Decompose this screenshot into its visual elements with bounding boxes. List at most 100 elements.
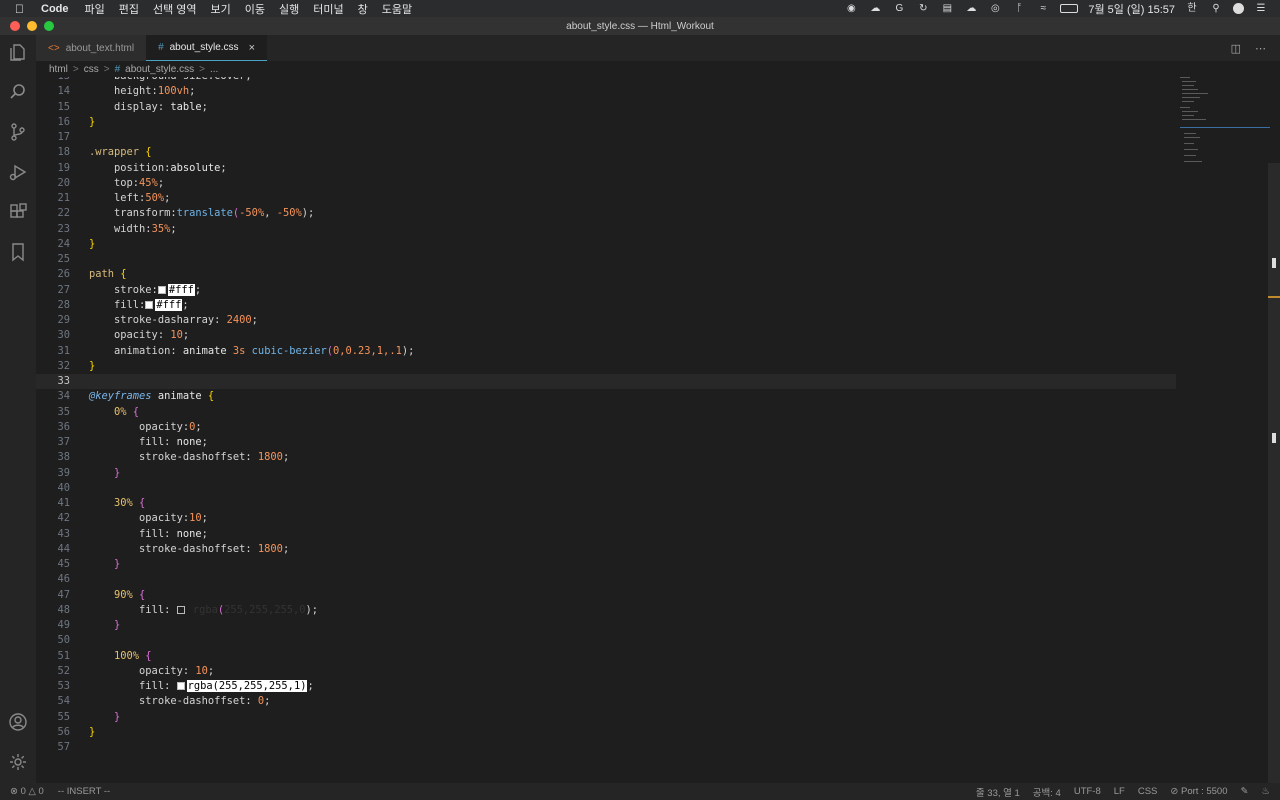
close-tab-icon[interactable]: × <box>249 42 255 54</box>
vertical-scrollbar[interactable] <box>1268 163 1280 783</box>
feedback-icon[interactable]: ✎ <box>1241 786 1249 797</box>
line-number: 36 <box>57 420 70 433</box>
minimize-window-button[interactable] <box>27 21 37 31</box>
control-center-icon[interactable]: ☰ <box>1254 3 1268 14</box>
siri-icon[interactable] <box>1233 3 1244 14</box>
encoding[interactable]: UTF-8 <box>1074 786 1101 797</box>
input-source[interactable]: 한 <box>1185 3 1199 14</box>
scrollbar-cursor-marker <box>1268 296 1280 298</box>
breadcrumb-file[interactable]: about_style.css <box>125 64 194 75</box>
search-icon[interactable] <box>8 82 28 102</box>
live-server-port[interactable]: ⊘ Port : 5500 <box>1170 786 1227 797</box>
code-line: 46 <box>36 572 1176 587</box>
end-of-line[interactable]: LF <box>1114 786 1125 797</box>
sync-icon[interactable]: ↻ <box>916 3 930 14</box>
code-line: 19 position:absolute; <box>36 161 1176 176</box>
code-line: 38 stroke-dashoffset: 1800; <box>36 450 1176 465</box>
wifi-icon[interactable]: ≈ <box>1036 3 1050 14</box>
error-icon: ⊗ <box>10 786 18 797</box>
editor-tabs: <> about_text.html # about_style.css × ◫… <box>36 35 1280 61</box>
color-swatch-icon[interactable] <box>157 285 166 294</box>
menu-go[interactable]: 이동 <box>245 1 265 17</box>
line-number: 17 <box>57 131 70 143</box>
run-debug-icon[interactable] <box>8 162 28 182</box>
line-number: 20 <box>57 176 70 189</box>
menu-file[interactable]: 파일 <box>85 1 105 17</box>
record-icon[interactable]: ◉ <box>844 3 858 14</box>
clock[interactable]: 7월 5일 (일) 15:57 <box>1088 1 1175 17</box>
menu-window[interactable]: 창 <box>358 1 368 17</box>
extensions-icon[interactable] <box>8 202 28 222</box>
line-number: 45 <box>57 558 70 570</box>
battery-icon[interactable] <box>1060 4 1079 13</box>
cloud-icon[interactable]: ☁ <box>964 3 978 14</box>
color-swatch-icon[interactable] <box>145 300 154 309</box>
line-number: 21 <box>57 192 70 204</box>
breadcrumb-symbol[interactable]: ... <box>210 64 218 75</box>
line-number: 54 <box>57 695 70 708</box>
bluetooth-icon[interactable]: ᚩ <box>1012 3 1026 14</box>
code-line: 50 <box>36 633 1176 648</box>
split-editor-icon[interactable]: ◫ <box>1231 42 1241 55</box>
close-window-button[interactable] <box>10 21 20 31</box>
code-line: 29 stroke-dasharray: 2400; <box>36 313 1176 328</box>
tab-about-text-html[interactable]: <> about_text.html <box>36 35 147 61</box>
menu-selection[interactable]: 선택 영역 <box>153 1 197 17</box>
display-icon[interactable]: ▤ <box>940 3 954 14</box>
tab-about-style-css[interactable]: # about_style.css × <box>146 35 267 61</box>
explorer-icon[interactable] <box>8 42 28 62</box>
code-line: 41 30% { <box>36 496 1176 511</box>
line-number: 24 <box>57 237 70 250</box>
glasses-icon[interactable]: ◎ <box>988 3 1002 14</box>
app-menu[interactable]: Code <box>41 3 69 15</box>
code-line: 22 transform:translate(-50%, -50%); <box>36 206 1176 221</box>
editor-actions: ◫ ⋯ <box>1231 35 1280 61</box>
apple-menu-icon[interactable]:  <box>15 2 31 16</box>
line-number: 32 <box>57 359 70 372</box>
problems-indicator[interactable]: ⊗ 0 △ 0 <box>10 786 44 797</box>
code-editor[interactable]: 13 background-size:cover; 14 height:100v… <box>36 69 1176 783</box>
window-controls <box>10 21 54 31</box>
code-line: 42 opacity:10; <box>36 511 1176 526</box>
code-line: 40 <box>36 481 1176 496</box>
spotlight-search-icon[interactable]: ⚲ <box>1209 3 1223 14</box>
menu-terminal[interactable]: 터미널 <box>313 1 343 17</box>
breadcrumb-css[interactable]: css <box>84 64 99 75</box>
menu-help[interactable]: 도움말 <box>382 1 412 17</box>
code-line: 56} <box>36 725 1176 740</box>
menu-view[interactable]: 보기 <box>211 1 231 17</box>
grammar-icon[interactable]: G <box>892 3 906 14</box>
line-number: 51 <box>57 649 70 662</box>
zoom-window-button[interactable] <box>44 21 54 31</box>
line-number: 15 <box>57 100 70 113</box>
status-tray: ◉ ☁ G ↻ ▤ ☁ ◎ ᚩ ≈ 7월 5일 (일) 15:57 한 ⚲ ☰ <box>844 1 1280 17</box>
code-line: 16} <box>36 115 1176 130</box>
menu-edit[interactable]: 편집 <box>119 1 139 17</box>
html-file-icon: <> <box>48 42 60 54</box>
line-number: 38 <box>57 451 70 464</box>
minimap[interactable] <box>1176 61 1280 783</box>
more-actions-icon[interactable]: ⋯ <box>1255 42 1266 55</box>
notifications-bell-icon[interactable]: ♨ <box>1261 786 1270 797</box>
settings-gear-icon[interactable] <box>8 752 28 772</box>
language-mode[interactable]: CSS <box>1138 786 1158 797</box>
code-line: 36 opacity:0; <box>36 420 1176 435</box>
code-line: 30 opacity: 10; <box>36 328 1176 343</box>
indentation[interactable]: 공백: 4 <box>1033 785 1061 799</box>
source-control-icon[interactable] <box>8 122 28 142</box>
tab-label: about_text.html <box>65 42 135 54</box>
scrollbar-marker <box>1272 258 1276 268</box>
cloud-upload-icon[interactable]: ☁ <box>868 3 882 14</box>
color-swatch-icon[interactable] <box>176 605 185 614</box>
line-number: 50 <box>57 634 70 647</box>
breadcrumb-html[interactable]: html <box>49 64 68 75</box>
code-line: 37 fill: none; <box>36 435 1176 450</box>
cursor-position[interactable]: 줄 33, 열 1 <box>976 785 1020 799</box>
bookmark-icon[interactable] <box>8 242 28 262</box>
code-line: 47 90% { <box>36 588 1176 603</box>
line-number: 40 <box>57 481 70 494</box>
code-line: 25 <box>36 252 1176 267</box>
account-icon[interactable] <box>8 712 28 732</box>
menu-run[interactable]: 실행 <box>279 1 299 17</box>
color-swatch-icon[interactable] <box>176 682 185 690</box>
